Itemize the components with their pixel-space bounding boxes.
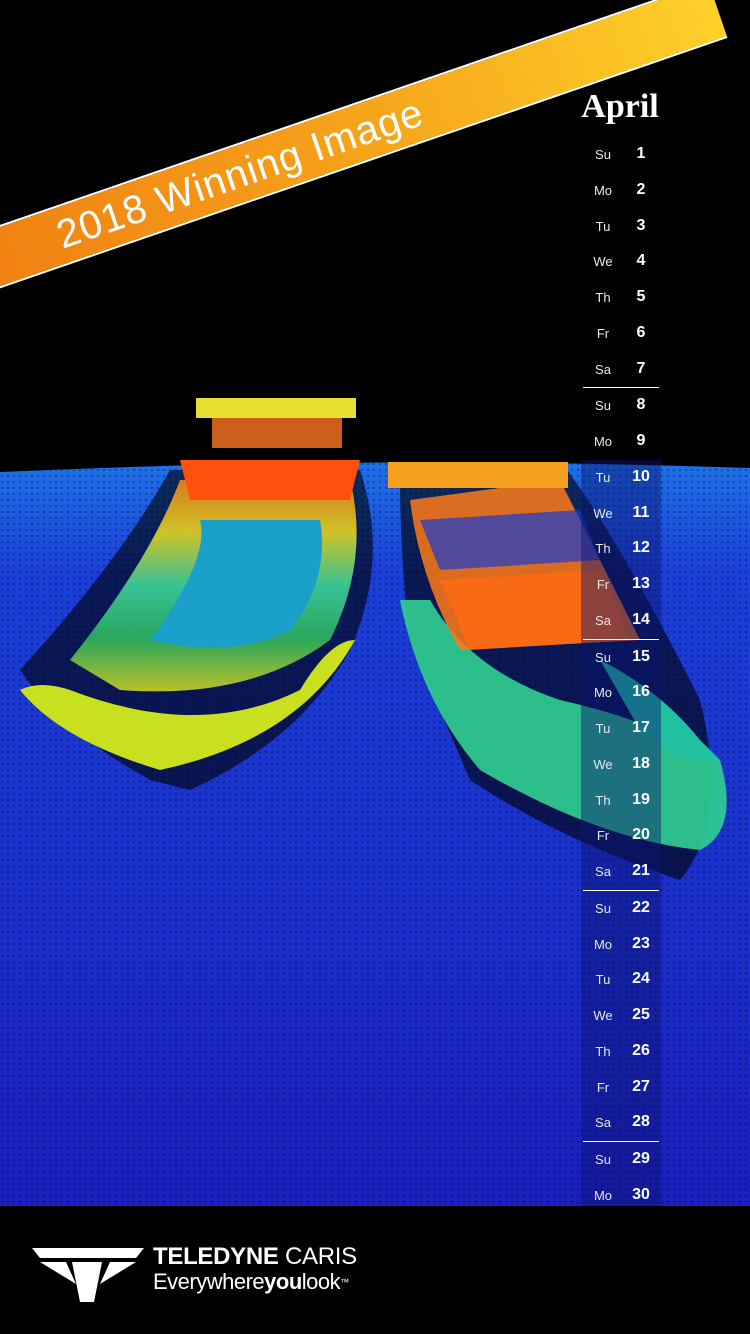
day-of-week: We: [593, 254, 613, 270]
day-of-week: Fr: [596, 325, 610, 341]
day-number: 2: [636, 180, 646, 198]
day-number: 19: [632, 790, 650, 808]
day-of-week: Mo: [593, 434, 613, 449]
day-number: 23: [632, 934, 650, 952]
day-of-week: Th: [595, 792, 611, 808]
day-number: 16: [632, 683, 650, 701]
day-of-week: Th: [595, 1043, 611, 1059]
day-of-week: Mo: [593, 936, 613, 952]
calendar-day-row: Mo 23: [583, 927, 659, 963]
calendar-day-row: Fr 6: [583, 316, 659, 352]
day-number: 1: [636, 145, 646, 162]
day-number: 11: [632, 503, 650, 521]
teledyne-logo-icon: [32, 1248, 144, 1302]
day-of-week: We: [593, 756, 613, 772]
day-of-week: Th: [595, 290, 611, 305]
calendar-day-row: Fr 13: [583, 567, 659, 603]
day-of-week: Th: [595, 541, 611, 557]
day-number: 6: [636, 323, 646, 341]
day-of-week: Mo: [593, 685, 613, 701]
calendar-day-row: Tu 17: [583, 711, 659, 747]
day-number: 10: [632, 467, 650, 485]
calendar-day-row: We 18: [583, 747, 659, 783]
calendar-day-row: Tu 10: [583, 460, 659, 496]
brand-block: TELEDYNE CARIS Everywhereyoulook™: [153, 1244, 357, 1294]
calendar-day-row: Fr 27: [583, 1070, 659, 1106]
brand-tagline: Everywhereyoulook™: [153, 1269, 349, 1294]
day-number: 13: [632, 575, 650, 592]
day-number: 4: [636, 252, 646, 270]
calendar-day-row: Su 22: [583, 889, 659, 927]
day-of-week: Mo: [593, 1187, 613, 1203]
calendar-day-row: Fr 20: [583, 818, 659, 854]
calendar-day-row: Su 1: [583, 137, 659, 173]
calendar-day-row: Sa 14: [583, 603, 659, 639]
calendar-day-row: Sa 7: [583, 352, 659, 388]
day-of-week: We: [593, 505, 613, 521]
day-number: 22: [632, 898, 650, 916]
day-of-week: Fr: [596, 1079, 610, 1095]
calendar-day-row: Tu 3: [583, 209, 659, 245]
day-of-week: We: [593, 1008, 613, 1023]
day-number: 28: [632, 1113, 650, 1131]
calendar-day-row: Su 29: [583, 1141, 659, 1178]
day-of-week: Su: [595, 1152, 611, 1167]
day-of-week: Su: [595, 900, 611, 916]
day-number: 29: [632, 1150, 650, 1167]
calendar-day-row: Su 15: [583, 638, 659, 676]
day-number: 27: [632, 1077, 650, 1095]
day-of-week: Tu: [595, 972, 611, 988]
calendar-day-row: Su 8: [583, 387, 659, 424]
calendar-day-row: We 4: [583, 244, 659, 280]
day-number: 8: [636, 396, 646, 414]
day-of-week: Sa: [595, 612, 611, 628]
day-of-week: Su: [595, 398, 611, 414]
calendar-day-row: Th 5: [583, 280, 659, 316]
calendar-day-row: We 11: [583, 496, 659, 532]
calendar-day-row: We 25: [583, 998, 659, 1034]
day-of-week: Mo: [593, 182, 613, 198]
day-number: 9: [636, 432, 646, 449]
day-of-week: Sa: [595, 361, 611, 377]
calendar-day-row: Th 19: [583, 783, 659, 819]
brand-name: TELEDYNE CARIS: [153, 1243, 357, 1270]
day-of-week: Su: [595, 147, 611, 162]
calendar-day-row: Mo 2: [583, 173, 659, 209]
day-number: 25: [632, 1006, 650, 1023]
day-number: 21: [632, 862, 650, 879]
day-of-week: Fr: [596, 577, 610, 592]
day-number: 24: [632, 970, 650, 988]
day-of-week: Sa: [595, 864, 611, 879]
calendar-day-row: Sa 28: [583, 1105, 659, 1141]
day-of-week: Tu: [595, 469, 611, 485]
calendar-day-row: Th 12: [583, 531, 659, 567]
day-number: 26: [632, 1041, 650, 1059]
calendar-day-row: Tu 24: [583, 962, 659, 998]
day-number: 15: [632, 647, 650, 665]
calendar-day-list: Su 1 Mo 2 Tu 3 We 4 Th 5 Fr 6 Sa 7 Su 8 Mo 9 Tu 10 We 11 Th 12 F…: [583, 137, 659, 1214]
calendar-month-title: April: [581, 88, 659, 125]
calendar-day-row: Mo 16: [583, 675, 659, 711]
calendar-day-row: Mo 9: [583, 424, 659, 460]
day-number: 17: [632, 719, 650, 736]
calendar-day-row: Sa 21: [583, 854, 659, 890]
day-number: 14: [632, 610, 650, 628]
day-of-week: Sa: [595, 1115, 611, 1131]
day-of-week: Su: [595, 649, 611, 665]
day-number: 12: [632, 539, 650, 557]
day-number: 20: [632, 826, 650, 844]
day-number: 18: [632, 754, 650, 772]
day-of-week: Tu: [595, 218, 611, 234]
day-of-week: Tu: [595, 721, 611, 736]
day-number: 5: [636, 288, 646, 305]
day-of-week: Fr: [596, 828, 610, 844]
day-number: 3: [636, 216, 646, 234]
day-number: 30: [632, 1185, 650, 1203]
day-number: 7: [636, 359, 646, 377]
calendar-day-row: Th 26: [583, 1034, 659, 1070]
